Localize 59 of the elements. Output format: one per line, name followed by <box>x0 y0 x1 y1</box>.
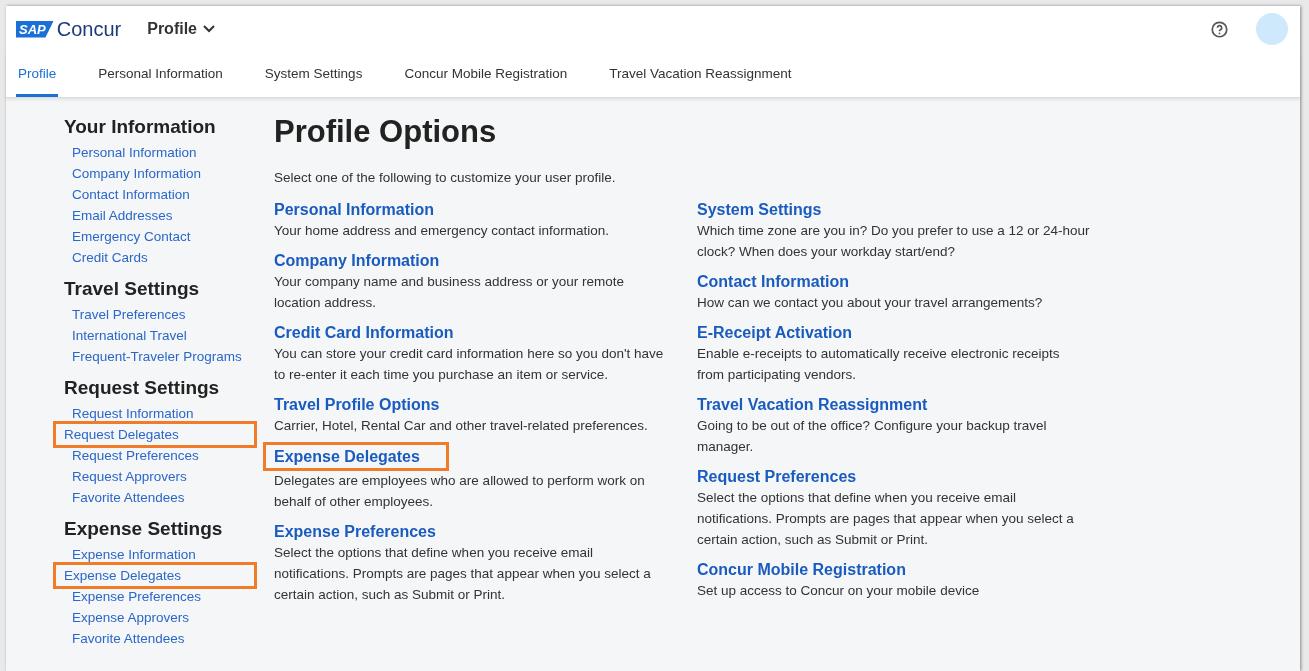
sidebar-heading: Your Information <box>64 116 217 138</box>
sidebar-link[interactable]: Expense Delegates <box>56 565 254 586</box>
sidebar-link[interactable]: Expense Information <box>64 544 196 565</box>
sidebar-link[interactable]: Email Addresses <box>64 205 173 226</box>
option-description: Going to be out of the office? Configure your backup travel manager. <box>697 417 1048 456</box>
sidebar-heading: Request Settings <box>64 377 221 399</box>
sidebar-link[interactable]: Request Delegates <box>56 424 254 445</box>
page-title: Profile Options <box>274 114 498 150</box>
option-link[interactable]: Travel Profile Options <box>274 394 440 415</box>
sidebar-link[interactable]: Request Preferences <box>64 445 199 466</box>
option-description: Select the options that define when you receive email notifications. Prompts are pages that appear when you select a certain action, such as Submit or Print. <box>274 544 652 604</box>
option-description: How can we contact you about your travel arrangements? <box>697 294 1043 312</box>
tab[interactable]: System Settings <box>262 52 365 97</box>
option-description: Which time zone are you in? Do you prefer to use a 12 or 24-hour clock? When does your workday start/end? <box>697 222 1090 261</box>
tab[interactable]: Profile <box>16 52 59 97</box>
option-description: Your company name and business address or your remote location address. <box>274 273 625 312</box>
option-description: Enable e-receipts to automatically receive electronic receipts from participating vendors. <box>697 345 1061 384</box>
help-icon[interactable] <box>1211 20 1228 38</box>
option-description: Carrier, Hotel, Rental Car and other travel-related preferences. <box>274 417 648 435</box>
option-link[interactable]: Expense Delegates <box>266 445 446 468</box>
tab[interactable]: Travel Vacation Reassignment <box>607 52 794 97</box>
sidebar-link[interactable]: Credit Cards <box>64 247 148 268</box>
sidebar-link[interactable]: Expense Preferences <box>64 586 202 607</box>
option-link[interactable]: System Settings <box>697 199 822 220</box>
option-link[interactable]: Personal Information <box>274 199 435 220</box>
option-link[interactable]: Request Preferences <box>697 466 857 487</box>
sidebar-heading: Travel Settings <box>64 278 201 300</box>
sidebar-link[interactable]: International Travel <box>64 325 187 346</box>
option-description: You can store your credit card information here so you don't have to re-enter it each time you purchase an item or service. <box>274 345 665 384</box>
sidebar-link[interactable]: Company Information <box>64 163 202 184</box>
option-link[interactable]: Expense Preferences <box>274 521 436 542</box>
sidebar-link[interactable]: Expense Approvers <box>64 607 190 628</box>
sidebar-link[interactable]: Request Information <box>64 403 194 424</box>
sidebar-link[interactable]: Favorite Attendees <box>64 628 185 649</box>
sidebar-link[interactable]: Travel Preferences <box>64 304 186 325</box>
intro-text: Select one of the following to customize your user profile. <box>274 170 617 185</box>
option-link[interactable]: Contact Information <box>697 271 849 292</box>
option-link[interactable]: Travel Vacation Reassignment <box>697 394 928 415</box>
option-description: Set up access to Concur on your mobile device <box>697 582 980 600</box>
profile-menu[interactable]: Profile <box>147 20 215 38</box>
option-link[interactable]: Concur Mobile Registration <box>697 559 906 580</box>
sidebar-heading: Expense Settings <box>64 518 224 540</box>
logo-mark: SAP <box>16 20 54 38</box>
tab[interactable]: Personal Information <box>96 52 225 97</box>
tab[interactable]: Concur Mobile Registration <box>402 52 570 97</box>
option-link[interactable]: Credit Card Information <box>274 322 454 343</box>
sidebar-link[interactable]: Request Approvers <box>64 466 187 487</box>
sidebar-link[interactable]: Emergency Contact <box>64 226 191 247</box>
sidebar-link[interactable]: Favorite Attendees <box>64 487 185 508</box>
option-description: Your home address and emergency contact information. <box>274 222 609 240</box>
sidebar-link[interactable]: Personal Information <box>64 142 197 163</box>
chevron-down-icon <box>203 25 215 33</box>
option-description: Select the options that define when you receive email notifications. Prompts are pages that appear when you select a certain action, such as Submit or Print. <box>697 489 1075 549</box>
option-link[interactable]: E-Receipt Activation <box>697 322 852 343</box>
option-description: Delegates are employees who are allowed to perform work on behalf of other employees. <box>274 472 646 511</box>
logo-text: Concur <box>56 17 122 41</box>
sidebar-link[interactable]: Frequent-Traveler Programs <box>64 346 242 367</box>
sidebar-link[interactable]: Contact Information <box>64 184 190 205</box>
option-link[interactable]: Company Information <box>274 250 440 271</box>
